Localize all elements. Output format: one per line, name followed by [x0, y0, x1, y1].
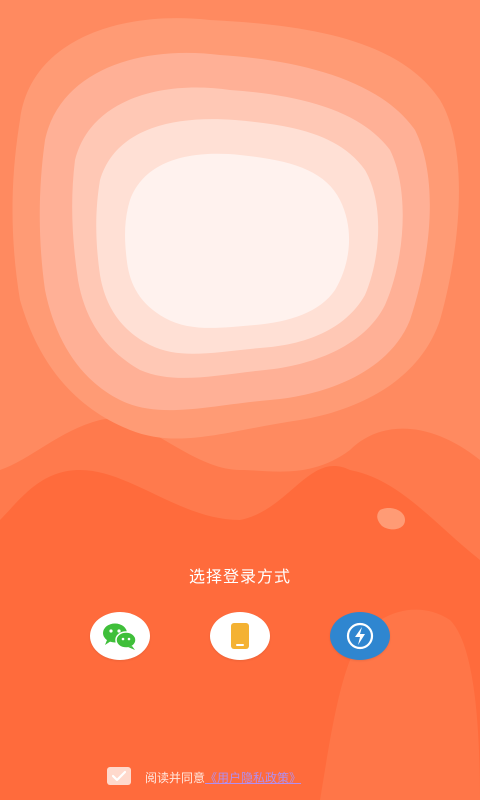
phone-login-button[interactable]	[210, 612, 270, 660]
agreement-text: 阅读并同意	[145, 770, 206, 785]
login-method-title: 选择登录方式	[188, 567, 291, 586]
checkmark-icon	[112, 770, 126, 782]
lightning-icon	[346, 622, 374, 650]
agreement-row: 阅读并同意《用户隐私政策》	[107, 765, 301, 787]
privacy-policy-link[interactable]: 《用户隐私政策》	[205, 771, 301, 785]
wechat-login-button[interactable]	[90, 612, 150, 660]
quick-login-button[interactable]	[330, 612, 390, 660]
agree-checkbox[interactable]	[107, 767, 131, 785]
wechat-icon	[103, 623, 137, 650]
background-illustration	[0, 0, 480, 800]
phone-icon	[231, 623, 249, 649]
